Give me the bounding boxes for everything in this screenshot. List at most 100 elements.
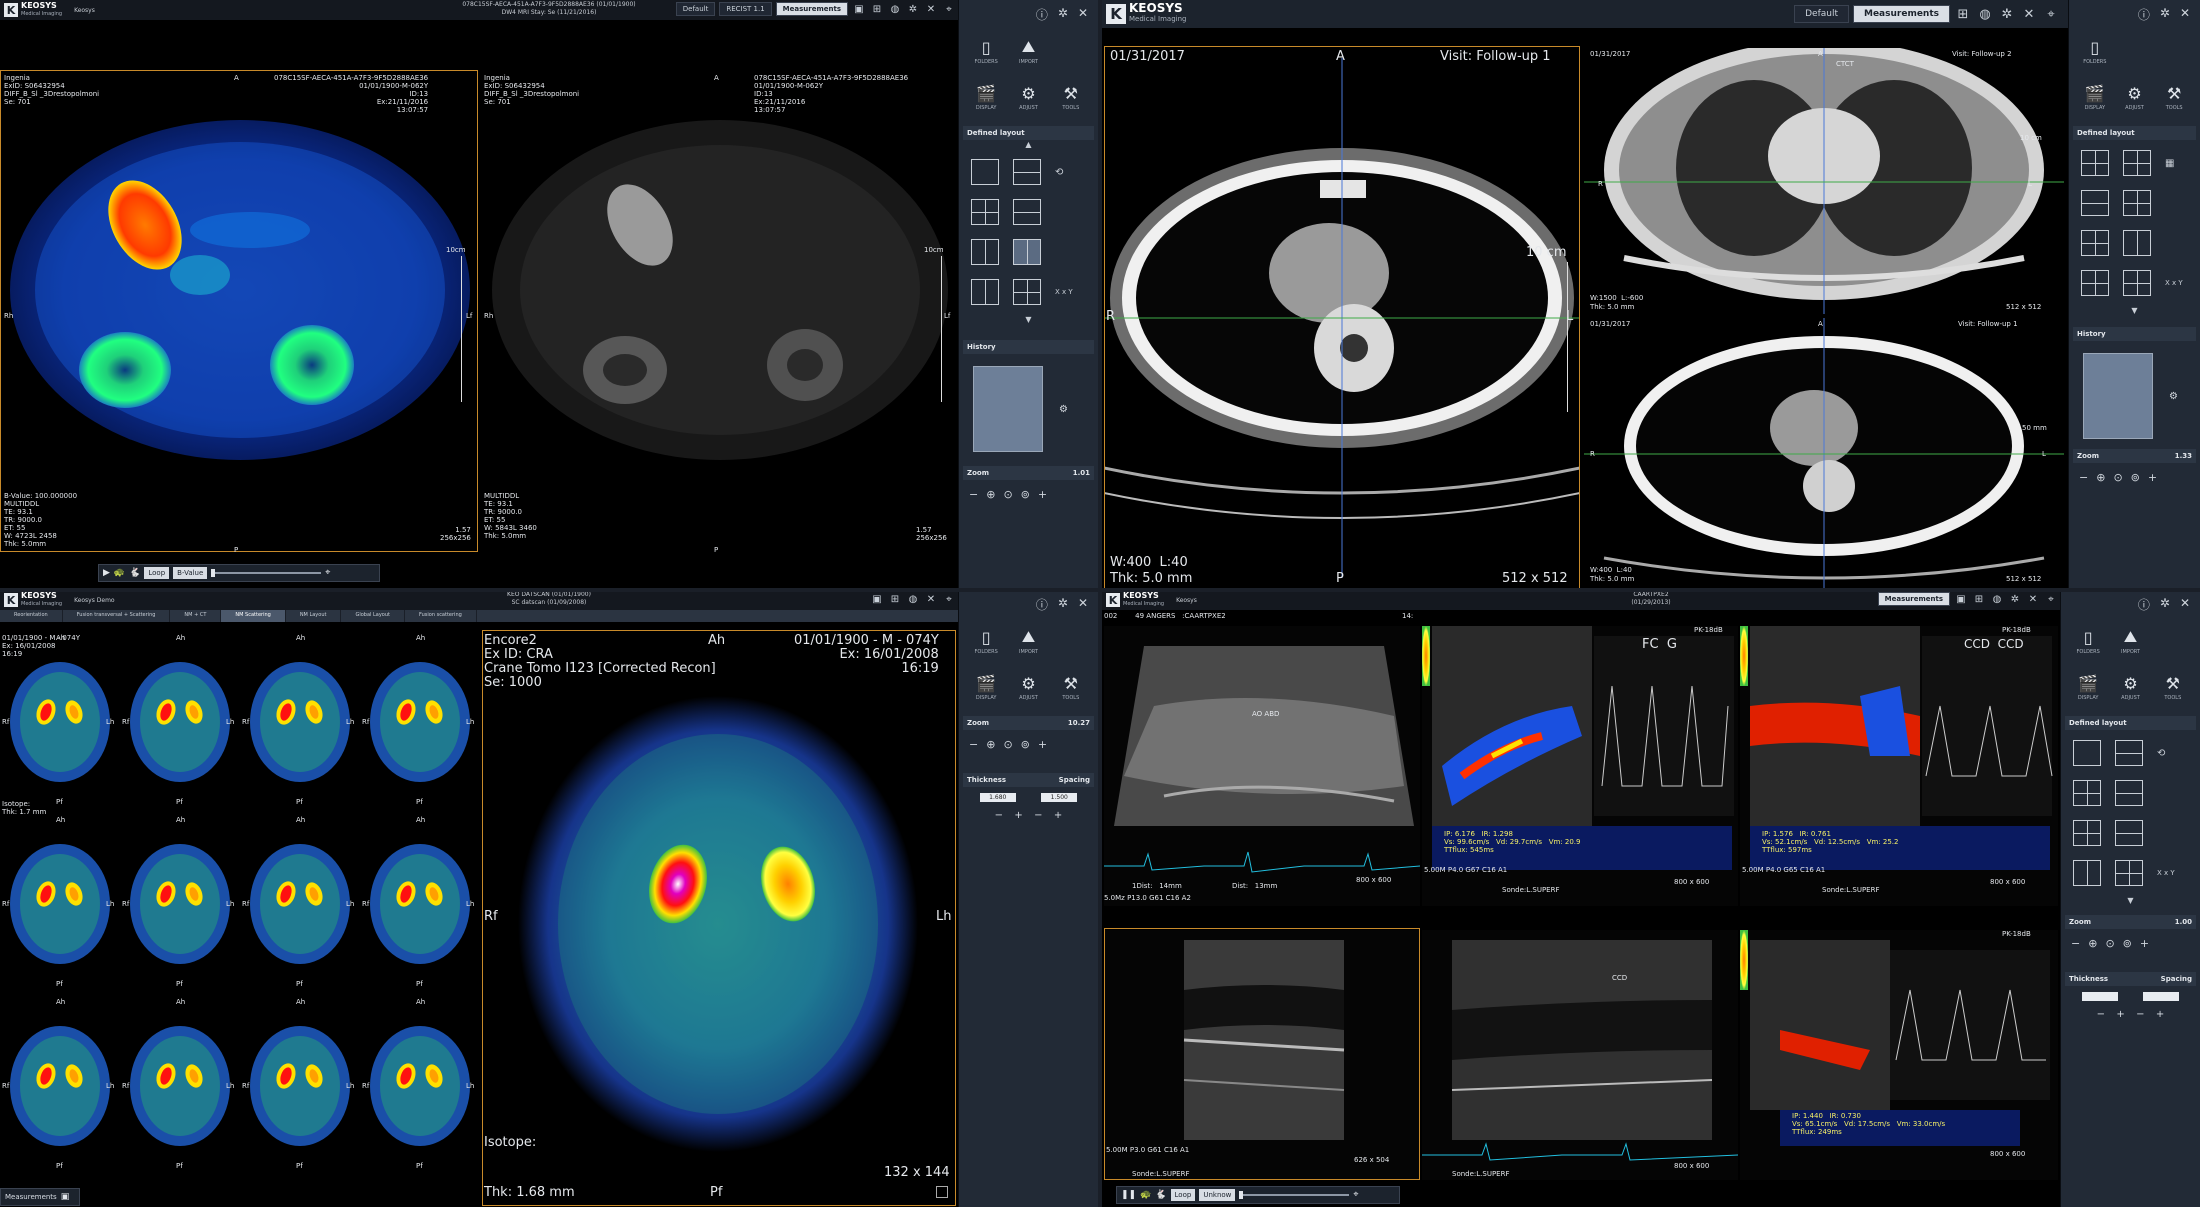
- settings-icon[interactable]: ✲: [1058, 6, 1068, 20]
- layout-2x2[interactable]: [2073, 780, 2101, 806]
- info-icon[interactable]: ⓘ: [2138, 6, 2150, 22]
- display-tool[interactable]: 🎬 DISPLAY: [967, 76, 1005, 118]
- viewport-us-5[interactable]: [1422, 930, 1739, 1180]
- xy-label[interactable]: X x Y: [1055, 279, 1075, 305]
- measurements-tab[interactable]: Measurements ▣: [0, 1188, 80, 1206]
- zoom-1-icon[interactable]: ⊙: [2113, 471, 2122, 484]
- layout-grid[interactable]: [1013, 279, 1041, 305]
- screen-icon[interactable]: ▣: [1954, 592, 1968, 606]
- viewport-us-6[interactable]: [1740, 930, 2058, 1180]
- viewport-ct-lung[interactable]: [1584, 40, 2064, 314]
- tools-tool[interactable]: ⚒ TOOLS: [1052, 76, 1090, 118]
- settings-icon[interactable]: ✲: [1998, 5, 2016, 23]
- minus-icon[interactable]: −: [2136, 1009, 2144, 1020]
- rabbit-icon[interactable]: 🐇: [1155, 1190, 1166, 1200]
- screen-icon[interactable]: ▣: [61, 1192, 70, 1202]
- layout-2x1[interactable]: [1013, 199, 1041, 225]
- settings-icon[interactable]: ✲: [2008, 592, 2022, 606]
- info-icon[interactable]: ⓘ: [2138, 596, 2150, 612]
- display-tool[interactable]: 🎬 DISPLAY: [2069, 666, 2107, 708]
- turtle-icon[interactable]: 🐢: [1140, 1190, 1151, 1200]
- viewport-us-3[interactable]: [1740, 626, 2058, 906]
- spacing-field[interactable]: 1.500: [1041, 793, 1078, 802]
- rabbit-icon[interactable]: 🐇: [129, 568, 140, 578]
- default-button[interactable]: Default: [675, 2, 716, 16]
- nm-thumbnail[interactable]: Ah Pf Rf Lh: [240, 812, 360, 994]
- parameter-select[interactable]: B-Value: [173, 567, 208, 579]
- layout-1x2[interactable]: [2115, 740, 2143, 766]
- layout-1x2v[interactable]: [971, 239, 999, 265]
- zoom-2-icon[interactable]: ⊚: [2123, 937, 2132, 950]
- history-thumbnail[interactable]: [973, 366, 1043, 452]
- settings-icon[interactable]: ✲: [2160, 596, 2170, 610]
- close-icon[interactable]: ✕: [1078, 6, 1088, 20]
- tab-global-layout[interactable]: Global Layout: [341, 610, 405, 622]
- grid-icon[interactable]: ⊞: [888, 592, 902, 606]
- measurements-button[interactable]: Measurements: [1853, 5, 1950, 23]
- layout-grid[interactable]: [2115, 860, 2143, 886]
- plus-icon[interactable]: +: [2156, 1009, 2164, 1020]
- close-icon[interactable]: ✕: [924, 592, 938, 606]
- viewport-ct-followup[interactable]: [1584, 318, 2064, 588]
- pin-icon[interactable]: ⌖: [1353, 1190, 1358, 1200]
- close-icon[interactable]: ✕: [2020, 5, 2038, 23]
- tools-tool[interactable]: ⚒ TOOLS: [2156, 76, 2192, 118]
- folders-tool[interactable]: ▯ FOLDERS: [967, 30, 1005, 72]
- layout-2x2[interactable]: [971, 199, 999, 225]
- rotate-icon[interactable]: ⟲: [2157, 740, 2177, 766]
- frame-slider[interactable]: [1239, 1191, 1350, 1199]
- parameter-select[interactable]: Unknow: [1199, 1189, 1236, 1201]
- globe-icon[interactable]: ◍: [1990, 592, 2004, 606]
- plus-icon[interactable]: +: [2140, 937, 2149, 950]
- grid-icon[interactable]: ▦: [2165, 150, 2185, 176]
- nm-thumbnail[interactable]: Ah Pf Rf Lh: [0, 812, 120, 994]
- layout-4x4b[interactable]: [2123, 270, 2151, 296]
- tools-tool[interactable]: ⚒ TOOLS: [2154, 666, 2192, 708]
- settings-icon[interactable]: ⚙: [1059, 404, 1068, 415]
- layout-1x1[interactable]: [971, 159, 999, 185]
- adjust-tool[interactable]: ⚙ ADJUST: [1009, 76, 1047, 118]
- nm-thumbnail[interactable]: Ah Pf Rf Lh: [360, 630, 480, 812]
- loop-select[interactable]: Loop: [144, 567, 170, 579]
- loop-select[interactable]: Loop: [1170, 1189, 1196, 1201]
- pause-icon[interactable]: ❚❚: [1121, 1190, 1136, 1200]
- settings-icon[interactable]: ✲: [1058, 596, 1068, 610]
- minus-icon[interactable]: −: [1034, 810, 1042, 821]
- thickness-field[interactable]: 1.680: [979, 793, 1016, 802]
- folders-tool[interactable]: ▯ FOLDERS: [967, 620, 1005, 662]
- nm-thumbnail[interactable]: Ah Pf Rf Lh: [120, 812, 240, 994]
- display-tool[interactable]: 🎬 DISPLAY: [967, 666, 1005, 708]
- folders-tool[interactable]: ▯ FOLDERS: [2069, 620, 2107, 662]
- close-icon[interactable]: ✕: [2026, 592, 2040, 606]
- rotate-icon[interactable]: ⟲: [1055, 159, 1075, 185]
- layout-3row[interactable]: [2115, 820, 2143, 846]
- import-tool[interactable]: ⛰ IMPORT: [2111, 620, 2149, 662]
- globe-icon[interactable]: ◍: [1976, 5, 1994, 23]
- minus-icon[interactable]: −: [969, 488, 978, 501]
- layout-3x3[interactable]: [2073, 820, 2101, 846]
- minus-icon[interactable]: −: [995, 810, 1003, 821]
- minus-icon[interactable]: −: [2097, 1009, 2105, 1020]
- plus-icon[interactable]: +: [1014, 810, 1022, 821]
- pin-icon[interactable]: ⌖: [942, 2, 956, 16]
- layout-3col[interactable]: [2073, 860, 2101, 886]
- frame-slider[interactable]: [211, 569, 322, 577]
- pin-icon[interactable]: ⌖: [2042, 5, 2060, 23]
- nm-thumbnail[interactable]: Ah Pf Rf Lh: [0, 994, 120, 1176]
- layout-grid[interactable]: [2123, 190, 2151, 216]
- xy-label[interactable]: X x Y: [2165, 270, 2185, 296]
- zoom-fit-icon[interactable]: ⊕: [986, 488, 995, 501]
- adjust-tool[interactable]: ⚙ ADJUST: [2117, 76, 2153, 118]
- zoom-fit-icon[interactable]: ⊕: [2096, 471, 2105, 484]
- nm-thumbnail[interactable]: Ah Pf Rf Lh: [240, 630, 360, 812]
- tab-nm-ct[interactable]: NM + CT: [170, 610, 222, 622]
- close-icon[interactable]: ✕: [1078, 596, 1088, 610]
- close-icon[interactable]: ✕: [924, 2, 938, 16]
- info-icon[interactable]: ⓘ: [1036, 6, 1048, 22]
- layout-2x2[interactable]: [2081, 150, 2109, 176]
- adjust-tool[interactable]: ⚙ ADJUST: [1009, 666, 1047, 708]
- screen-icon[interactable]: ▣: [852, 2, 866, 16]
- info-icon[interactable]: ⓘ: [1036, 596, 1048, 612]
- grid-icon[interactable]: ⊞: [1954, 5, 1972, 23]
- pin-icon[interactable]: ⌖: [325, 568, 330, 578]
